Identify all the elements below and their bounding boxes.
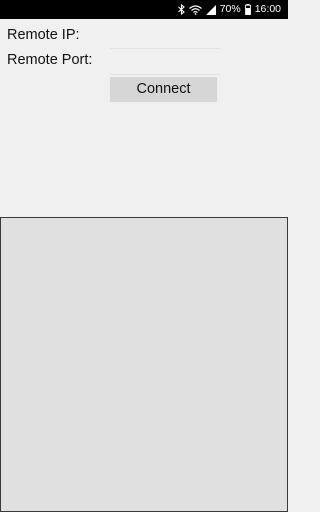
remote-ip-input[interactable] xyxy=(110,28,220,49)
bluetooth-icon xyxy=(177,0,185,19)
status-bar: 70% 16:00 xyxy=(0,0,288,19)
remote-port-input[interactable] xyxy=(110,54,220,75)
app-screen: 70% 16:00 Remote IP: Remote Port: Connec… xyxy=(0,0,288,512)
battery-percent: 70% xyxy=(219,3,241,15)
connect-button[interactable]: Connect xyxy=(110,77,217,101)
battery-icon xyxy=(244,0,251,19)
wifi-icon xyxy=(188,0,202,19)
remote-ip-label: Remote IP: xyxy=(7,27,80,43)
connection-form: Remote IP: Remote Port: Connect xyxy=(0,19,288,217)
remote-port-label: Remote Port: xyxy=(7,52,93,68)
signal-icon xyxy=(205,0,216,19)
clock: 16:00 xyxy=(254,3,281,15)
display-panel[interactable] xyxy=(0,217,288,512)
